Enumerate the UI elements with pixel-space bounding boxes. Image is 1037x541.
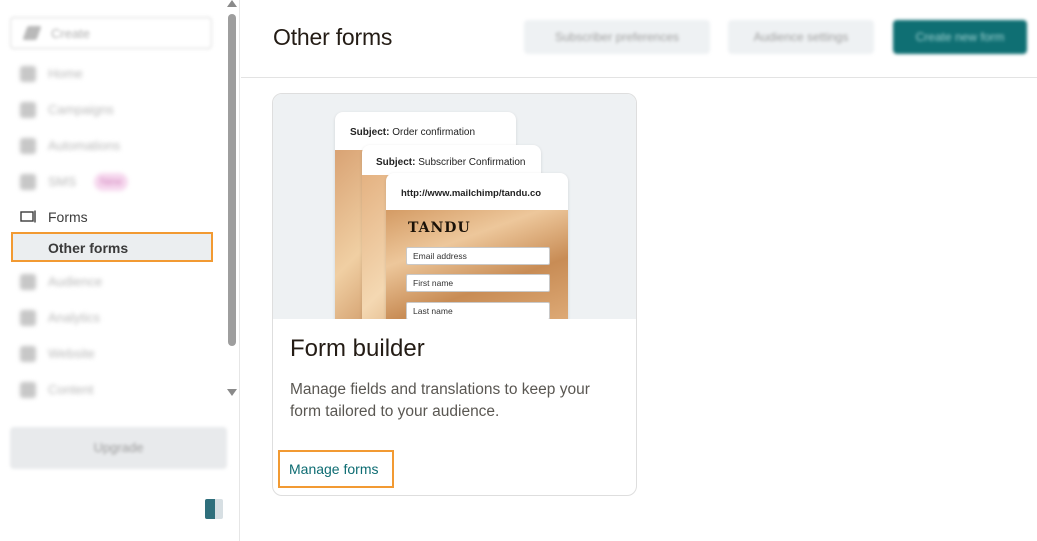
sidebar-item-label: Website	[48, 346, 95, 361]
form-icon	[20, 210, 36, 223]
preview-last-name-field: Last name	[406, 302, 550, 319]
subject-prefix: Subject:	[350, 127, 390, 138]
sidebar-item-home[interactable]: Home	[18, 62, 208, 86]
collapse-sidebar-icon-panel	[205, 499, 215, 519]
card-description: Manage fields and translations to keep y…	[290, 381, 590, 420]
sidebar-item-campaigns[interactable]: Campaigns	[18, 98, 208, 122]
create-button[interactable]: Create	[10, 17, 212, 49]
audience-settings-button[interactable]: Audience settings	[728, 20, 874, 54]
form-builder-card: Subject: Order confirmation Subject: Sub…	[272, 93, 637, 496]
content-icon	[20, 382, 36, 398]
sidebar-scrollbar[interactable]	[225, 0, 239, 405]
preview-url: http://www.mailchimp/tandu.co	[401, 188, 542, 199]
subscriber-preferences-button[interactable]: Subscriber preferences	[524, 20, 710, 54]
email-subject-line: Subject: Subscriber Confirmation	[376, 157, 526, 168]
subject-text: Subscriber Confirmation	[415, 157, 526, 168]
card-title: Form builder	[290, 335, 425, 362]
preview-email-field: Email address	[406, 247, 550, 265]
website-icon	[20, 346, 36, 362]
audience-icon	[20, 274, 36, 290]
sidebar-item-label: Content	[48, 382, 94, 397]
sidebar-item-label: Analytics	[48, 310, 101, 325]
sms-icon	[20, 174, 36, 190]
create-button-label: Create	[51, 26, 91, 41]
sidebar-item-forms[interactable]: Forms	[20, 207, 210, 227]
sidebar-item-website[interactable]: Website	[18, 342, 208, 366]
sidebar-item-other-forms[interactable]: Other forms	[11, 232, 213, 262]
sidebar-item-content[interactable]: Content	[18, 378, 208, 402]
sidebar-item-label: Home	[48, 66, 83, 81]
form-preview-illustration: Subject: Order confirmation Subject: Sub…	[273, 94, 636, 319]
megaphone-icon	[20, 102, 36, 118]
sidebar-item-label: Audience	[48, 274, 103, 289]
sidebar-item-label: SMS	[48, 174, 77, 189]
subject-text: Order confirmation	[389, 127, 476, 138]
sidebar: Create Home Campaigns Automations SMS Ne…	[0, 0, 240, 541]
manage-forms-link[interactable]: Manage forms	[278, 450, 394, 488]
sidebar-item-audience[interactable]: Audience	[18, 270, 208, 294]
preview-first-name-field: First name	[406, 274, 550, 292]
upgrade-button[interactable]: Upgrade	[10, 427, 227, 469]
sidebar-item-label: Campaigns	[48, 102, 114, 117]
page-title: Other forms	[273, 24, 393, 50]
collapse-sidebar-icon[interactable]	[205, 499, 223, 519]
analytics-icon	[20, 310, 36, 326]
sidebar-item-analytics[interactable]: Analytics	[18, 306, 208, 330]
home-icon	[20, 66, 36, 82]
scroll-up-arrow-icon[interactable]	[227, 0, 237, 7]
sidebar-item-label: Automations	[48, 138, 121, 153]
upgrade-button-label: Upgrade	[93, 440, 144, 455]
sidebar-item-label: Forms	[48, 209, 88, 225]
signup-form-preview: http://www.mailchimp/tandu.co	[386, 173, 568, 319]
manage-forms-link-label: Manage forms	[289, 461, 379, 477]
automation-icon	[20, 138, 36, 154]
page-header: Other forms Subscriber preferences Audie…	[241, 0, 1037, 78]
pencil-icon	[22, 26, 42, 40]
new-badge: New	[94, 173, 128, 191]
brand-logo: TANDU	[408, 220, 471, 236]
sidebar-item-sms[interactable]: SMS New	[18, 170, 208, 194]
sidebar-item-automations[interactable]: Automations	[18, 134, 208, 158]
subject-prefix: Subject:	[376, 157, 416, 168]
email-subject-line: Subject: Order confirmation	[350, 127, 475, 138]
scroll-down-arrow-icon[interactable]	[227, 389, 237, 396]
create-new-form-button[interactable]: Create new form	[893, 20, 1027, 54]
scrollbar-thumb[interactable]	[228, 14, 236, 346]
sidebar-item-label: Other forms	[48, 240, 129, 256]
